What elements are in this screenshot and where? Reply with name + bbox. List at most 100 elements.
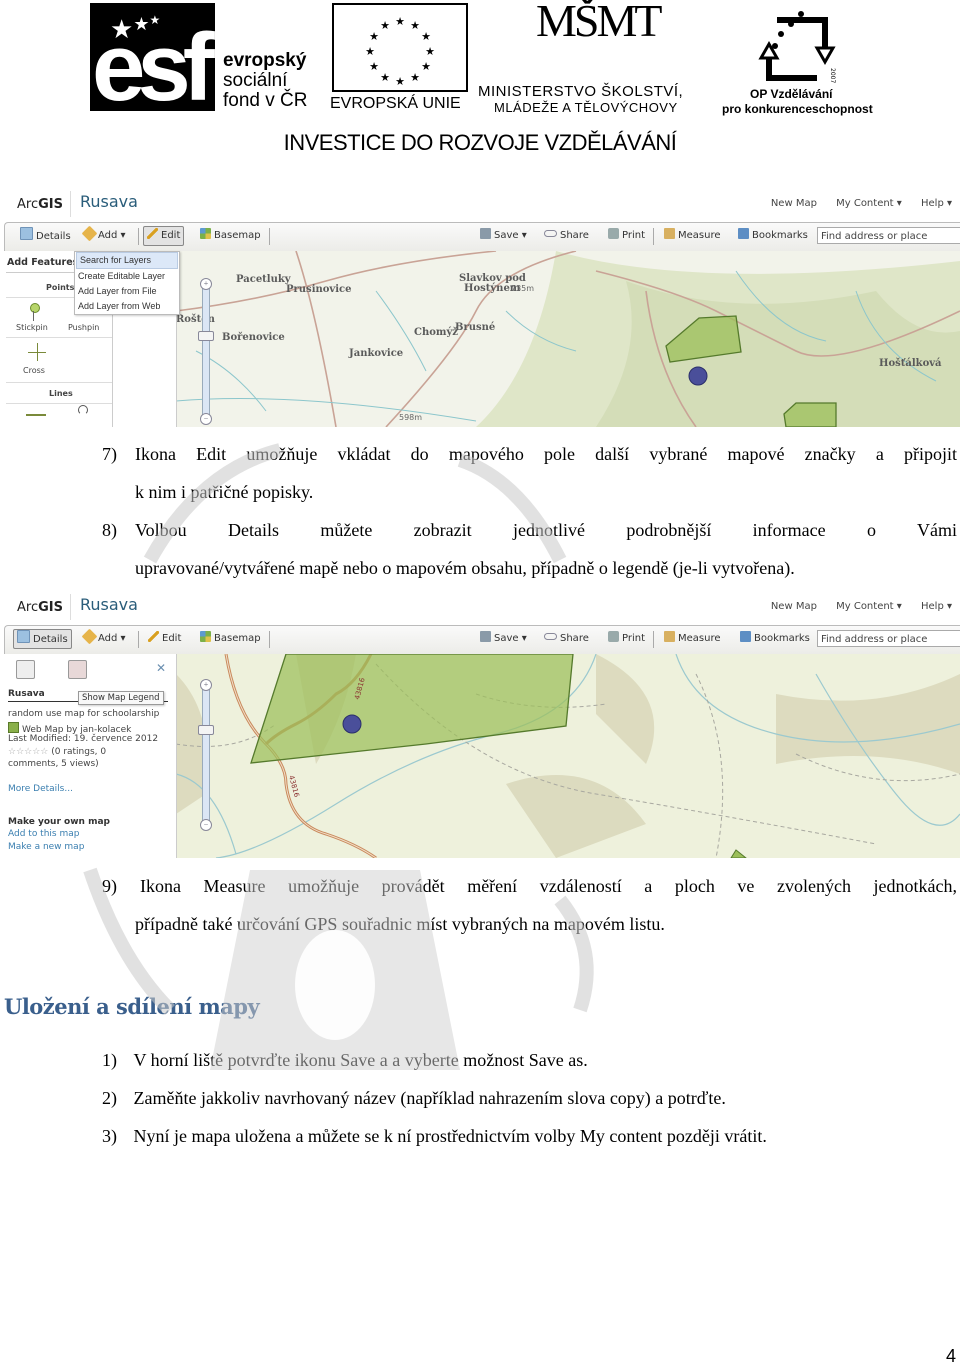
rating-stars[interactable]: ☆☆☆☆☆ (8, 747, 48, 757)
eu-flag: ★ ★ ★ ★ ★ ★ ★ ★ ★ ★ ★ ★ (332, 3, 468, 92)
edit-button[interactable]: Edit (145, 630, 184, 648)
address-search-input[interactable]: Find address or place (817, 630, 960, 647)
paragraph-8-line-2: upravované/vytvářené mapě nebo o mapovém… (135, 558, 795, 578)
help-menu[interactable]: Help ▾ (921, 601, 952, 612)
my-content-menu[interactable]: My Content ▾ (836, 198, 902, 209)
zoom-slider-handle[interactable] (198, 725, 214, 735)
place-label: Bořenovice (222, 332, 285, 343)
eu-stars-icon: ★ ★★★★★★★★★★★ (365, 16, 435, 88)
share-button[interactable]: Share (541, 630, 592, 648)
zoom-slider[interactable]: + − (198, 278, 214, 425)
pencil-icon (147, 228, 158, 239)
elevation-label: 598m (399, 413, 423, 422)
msmt-logo: MŠMT MINISTERSTVO ŠKOLSTVÍ, MLÁDEŽE A TĚ… (478, 0, 718, 115)
measure-button[interactable]: Measure (661, 227, 724, 245)
step-text: Zaměňte jakkoliv navrhovaný název (napří… (133, 1088, 726, 1108)
top-nav: New Map My Content ▾ Help ▾ (755, 198, 952, 209)
eu-star-icon: ★ (365, 46, 375, 58)
line-icon[interactable] (26, 414, 46, 416)
msmt-line-2: MLÁDEŽE A TĚLOVÝCHOVY (494, 100, 678, 115)
menu-item-search-layers[interactable]: Search for Layers (76, 252, 178, 269)
map-view[interactable]: Pacetluky Prusinovice Slavkov pod Hostýn… (176, 251, 960, 427)
map-marker (688, 366, 708, 386)
basemap-icon (200, 631, 211, 642)
divider (6, 403, 112, 404)
print-button[interactable]: Print (605, 630, 648, 648)
panel-title: Add Features (7, 257, 79, 268)
menu-item-create-editable-layer[interactable]: Create Editable Layer (75, 269, 179, 284)
place-label: Hošťálková (879, 358, 942, 369)
zoom-in-button[interactable]: + (200, 278, 212, 290)
place-label: Brusné (455, 322, 496, 333)
msmt-line-1: MINISTERSTVO ŠKOLSTVÍ, (478, 83, 684, 100)
step-text: Nyní je mapa uložena a můžete se k ní pr… (133, 1126, 767, 1146)
esf-letters: esf (92, 14, 215, 121)
legend-tooltip: Show Map Legend (78, 691, 164, 705)
details-button[interactable]: Details (17, 227, 74, 245)
divider (70, 191, 71, 217)
paragraph-7-line-1: Ikona Edit umožňuje vkládat do mapového … (135, 444, 957, 464)
place-label: Chomýž (414, 327, 458, 338)
close-icon[interactable]: ✕ (156, 661, 166, 675)
details-button[interactable]: Details (13, 629, 72, 649)
measure-icon (664, 631, 675, 642)
my-content-menu[interactable]: My Content ▾ (836, 601, 902, 612)
step-2: 2) Zaměňte jakkoliv navrhovaný název (na… (102, 1089, 726, 1107)
map-view[interactable]: 43816 43816 + − (176, 654, 960, 858)
address-search-input[interactable]: Find address or place (817, 227, 960, 244)
print-button[interactable]: Print (605, 227, 648, 245)
divider (653, 631, 654, 648)
more-details-link[interactable]: More Details... (8, 784, 73, 794)
eu-logo: ★ ★ ★ ★ ★ ★ ★ ★ ★ ★ ★ ★ EVROPSKÁ UNIE (330, 3, 470, 115)
add-button[interactable]: Add ▾ (81, 628, 129, 648)
op-arrows-icon: 2007-13 (758, 11, 836, 83)
share-button[interactable]: Share (541, 227, 592, 245)
show-contents-button[interactable] (44, 660, 63, 679)
eu-star-icon: ★ (410, 72, 420, 84)
top-nav: New Map My Content ▾ Help ▾ (755, 601, 952, 612)
basemap-button[interactable]: Basemap (197, 630, 264, 648)
map-name: Rusava (8, 689, 45, 699)
bookmarks-button[interactable]: Bookmarks (737, 630, 813, 648)
web-map-icon (8, 722, 19, 733)
new-map-link[interactable]: New Map (771, 601, 817, 612)
measure-button[interactable]: Measure (661, 630, 724, 648)
arcgis-logo: ArcGIS (17, 600, 63, 615)
place-label: Jankovice (349, 348, 404, 359)
about-map-button[interactable] (16, 660, 35, 679)
zoom-out-button[interactable]: − (200, 413, 212, 425)
stickpin-icon[interactable] (30, 303, 40, 313)
zoom-slider-handle[interactable] (198, 331, 214, 341)
basemap-button[interactable]: Basemap (197, 227, 264, 245)
eu-star-icon: ★ (421, 31, 431, 43)
eu-star-icon: ★ (380, 72, 390, 84)
freehand-line-icon[interactable] (78, 405, 88, 415)
topographic-map: 43816 43816 (176, 654, 960, 858)
help-menu[interactable]: Help ▾ (921, 198, 952, 209)
bookmarks-button[interactable]: Bookmarks (735, 227, 811, 245)
zoom-in-button[interactable]: + (200, 679, 212, 691)
esf-line-1: evropský (223, 50, 307, 71)
share-link-icon (544, 230, 557, 237)
map-description: random use map for schoolarship (8, 709, 160, 719)
edit-button[interactable]: Edit (143, 226, 185, 246)
pencil-icon (148, 631, 159, 642)
zoom-out-button[interactable]: − (200, 819, 212, 831)
esf-logo: ★★★ esf evropský sociální fond v ČR (90, 3, 315, 121)
stickpin-needle (33, 311, 34, 321)
save-button[interactable]: Save ▾ (477, 630, 530, 648)
add-button[interactable]: Add ▾ (81, 225, 129, 245)
rating-details: comments, 5 views) (8, 759, 99, 769)
add-to-map-link[interactable]: Add to this map (8, 829, 79, 839)
menu-item-add-layer-file[interactable]: Add Layer from File (75, 284, 179, 299)
list-number: 8) (102, 520, 117, 540)
list-number: 3) (102, 1126, 117, 1146)
zoom-slider[interactable]: + − (198, 679, 214, 831)
save-button[interactable]: Save ▾ (477, 227, 530, 245)
divider (6, 337, 112, 338)
show-legend-button[interactable] (68, 660, 87, 679)
rating: ☆☆☆☆☆ (0 ratings, 0 (8, 747, 107, 757)
make-new-map-link[interactable]: Make a new map (8, 842, 84, 852)
menu-item-add-layer-web[interactable]: Add Layer from Web (75, 299, 179, 314)
new-map-link[interactable]: New Map (771, 198, 817, 209)
